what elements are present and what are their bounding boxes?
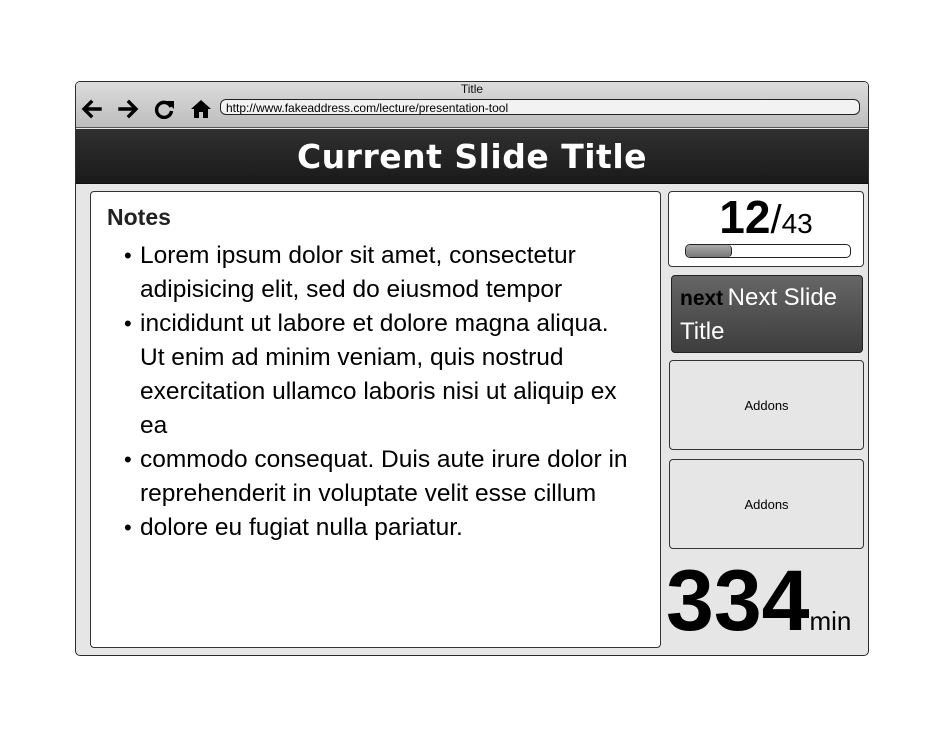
total-slide-count: 43 — [781, 208, 813, 239]
list-item: incididunt ut labore et dolore magna ali… — [124, 307, 635, 443]
next-label: next — [680, 287, 724, 310]
reload-icon — [154, 100, 174, 119]
home-button[interactable] — [190, 99, 212, 119]
back-button[interactable] — [80, 99, 102, 119]
reload-button[interactable] — [154, 99, 176, 119]
notes-heading: Notes — [107, 204, 171, 230]
browser-window: Title http://www.fakeaddress.com/lecture… — [75, 81, 869, 656]
home-icon — [191, 100, 211, 118]
slide-counter-text: 12/43 — [669, 190, 863, 244]
address-bar[interactable]: http://www.fakeaddress.com/lecture/prese… — [220, 99, 860, 115]
next-slide-preview[interactable]: next Next Slide Title — [671, 275, 863, 353]
notes-panel: Notes Lorem ipsum dolor sit amet, consec… — [90, 191, 661, 648]
addon-panel[interactable]: Addons — [669, 459, 864, 549]
slide-progress-bar[interactable] — [685, 244, 851, 258]
list-item: dolore eu fugiat nulla pariatur. — [124, 511, 635, 545]
addon-panel[interactable]: Addons — [669, 360, 864, 450]
forward-button[interactable] — [118, 99, 140, 119]
window-title: Title — [460, 82, 484, 96]
browser-toolbar: Title http://www.fakeaddress.com/lecture… — [76, 82, 868, 128]
current-slide-title: Current Slide Title — [296, 136, 648, 176]
url-text: http://www.fakeaddress.com/lecture/prese… — [226, 101, 509, 115]
slide-progress-fill — [686, 245, 732, 257]
slide-counter: 12/43 — [668, 191, 864, 267]
counter-separator: / — [770, 198, 782, 242]
notes-list: Lorem ipsum dolor sit amet, consectetur … — [124, 239, 635, 545]
arrow-left-icon — [81, 99, 102, 119]
list-item: Lorem ipsum dolor sit amet, consectetur … — [124, 239, 635, 307]
current-slide-number: 12 — [719, 191, 771, 243]
arrow-right-icon — [118, 99, 139, 119]
current-slide-header: Current Slide Title — [76, 129, 868, 184]
timer-value: 334 — [666, 553, 810, 649]
remaining-time: 334min — [666, 553, 868, 649]
list-item: commodo consequat. Duis aute irure dolor… — [124, 443, 635, 511]
timer-unit: min — [809, 606, 852, 636]
